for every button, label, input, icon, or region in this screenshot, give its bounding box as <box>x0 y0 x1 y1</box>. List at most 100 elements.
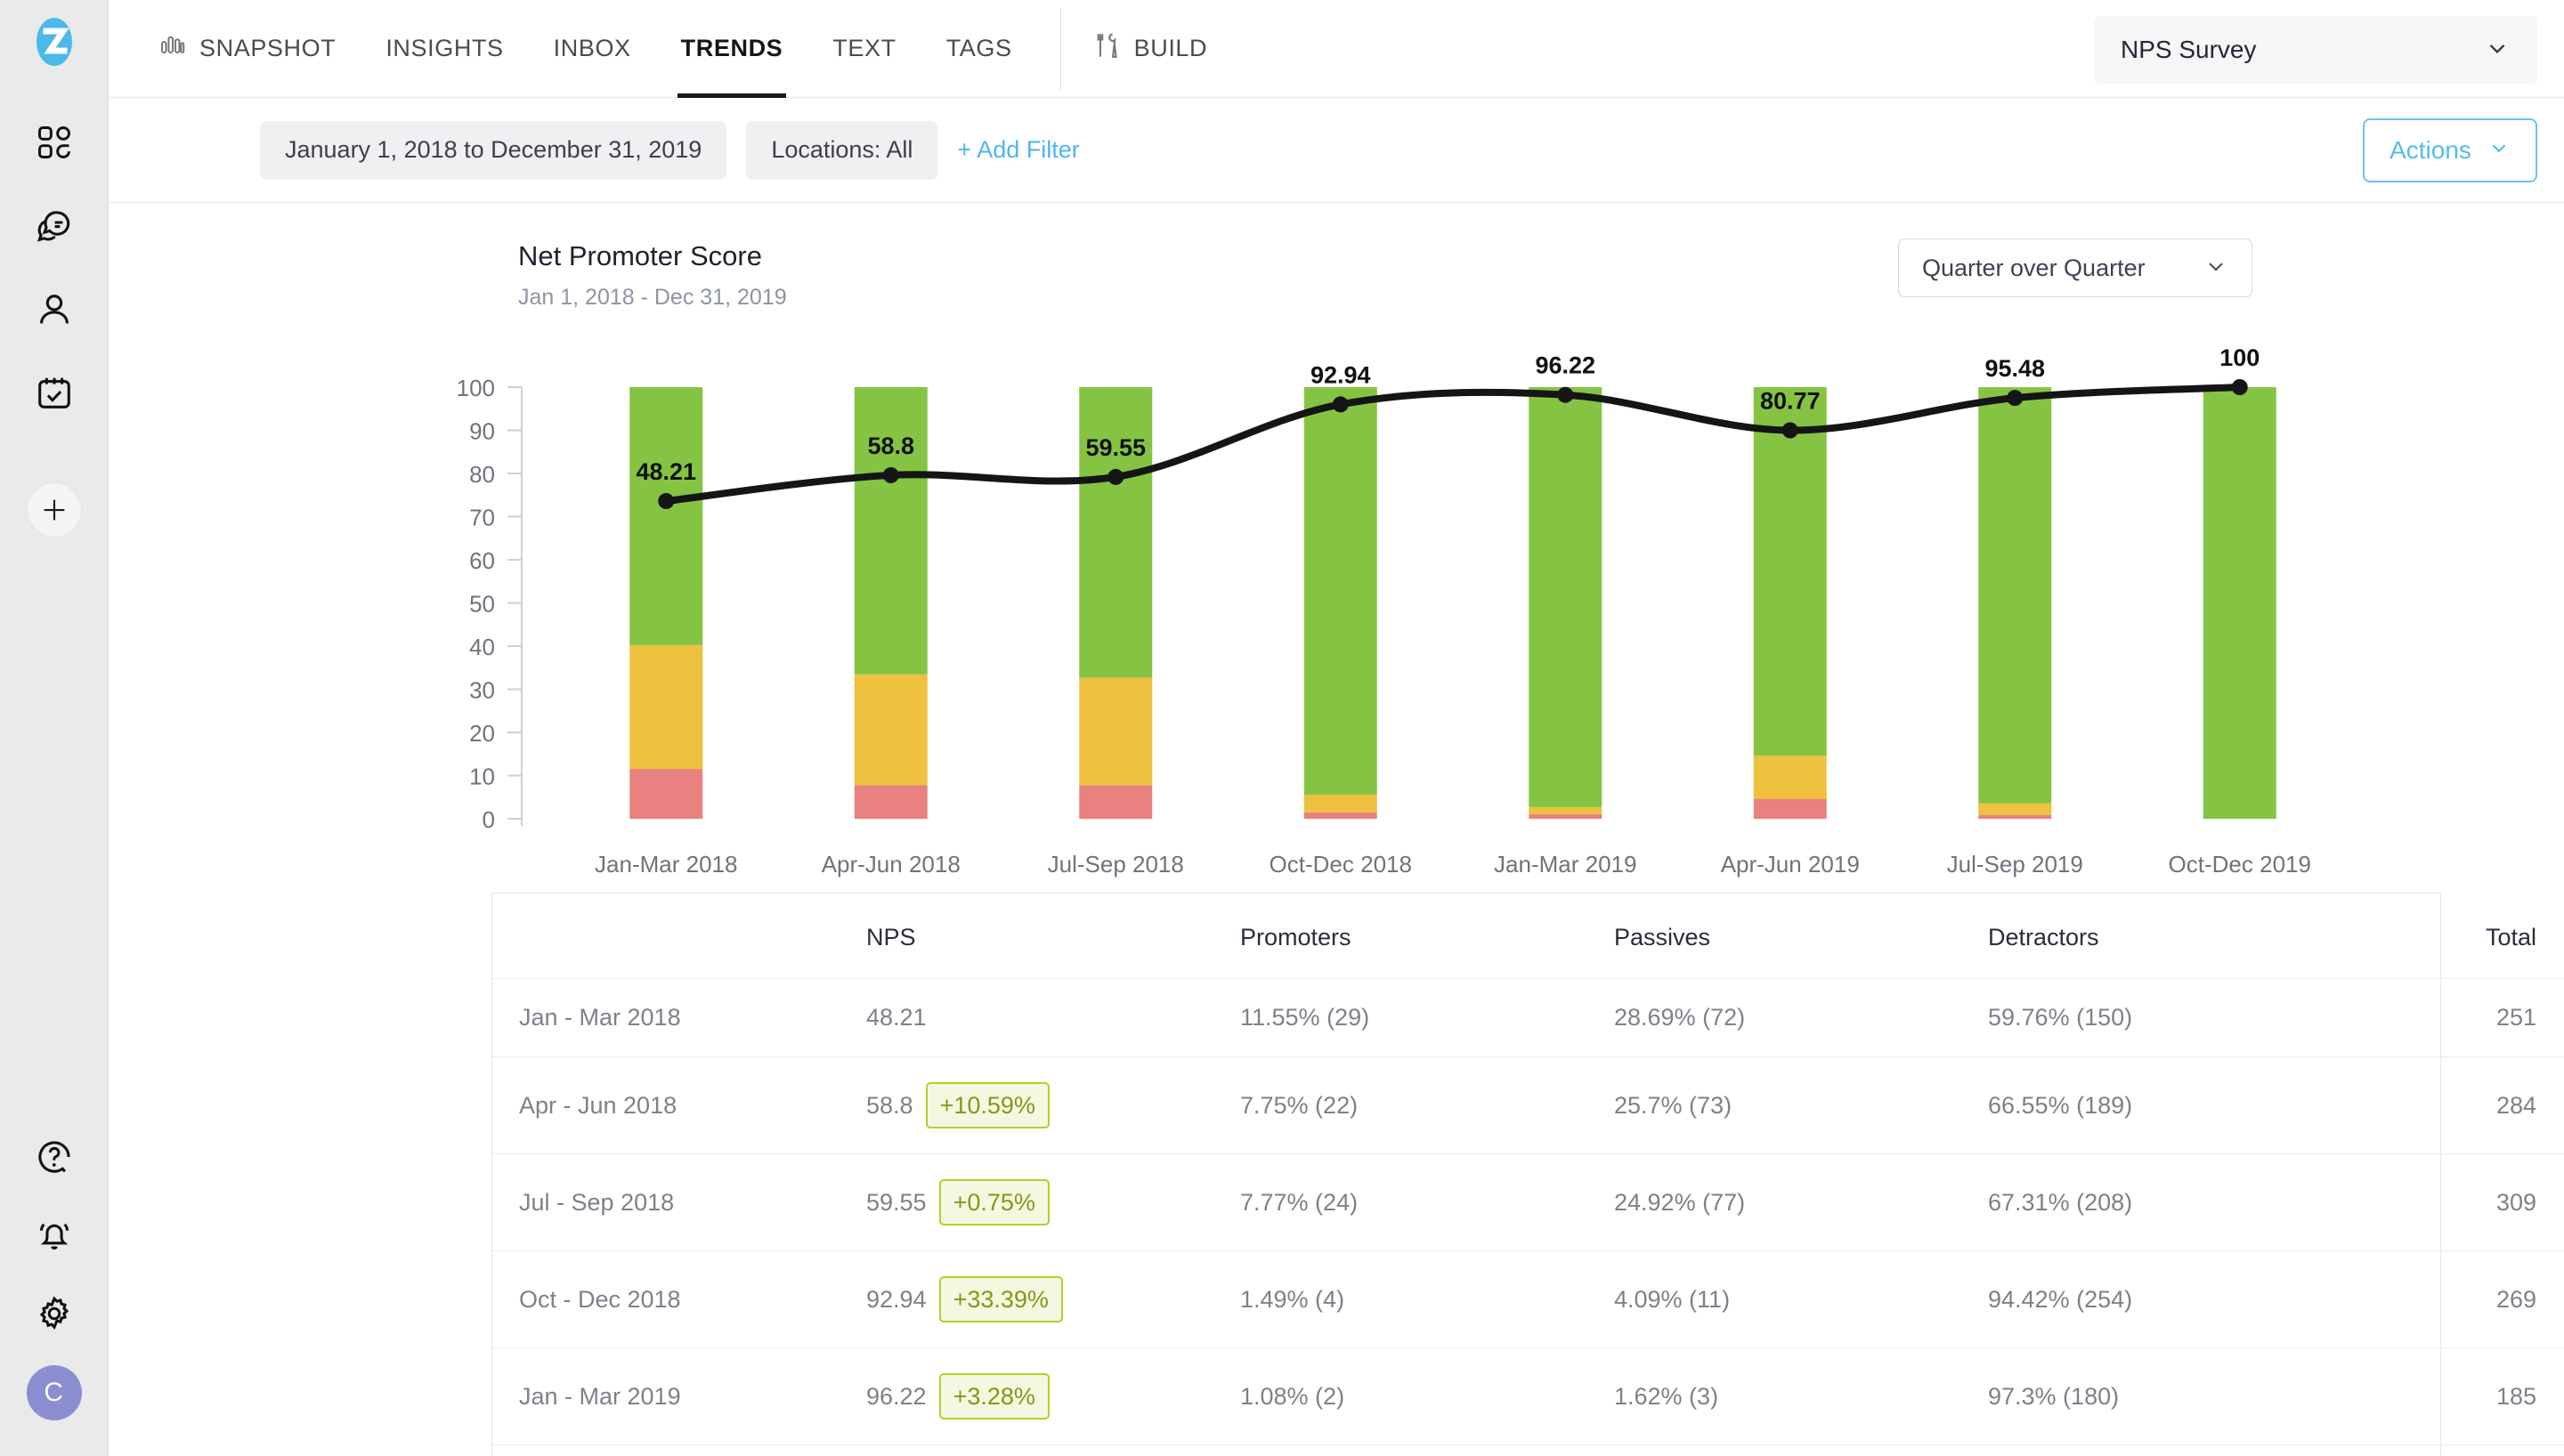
contacts-icon[interactable] <box>28 283 81 336</box>
tab-label: TRENDS <box>680 35 783 61</box>
x-tick-label: Apr-Jun 2019 <box>1721 851 1860 878</box>
chart-header: Net Promoter Score Jan 1, 2018 - Dec 31,… <box>109 203 2537 311</box>
cell-total: 185 <box>2362 1347 2564 1445</box>
table-row[interactable]: Oct - Dec 2018 92.94 +33.39% 1.49% (4) 4.09%… <box>492 1250 2564 1348</box>
tab-insights[interactable]: INSIGHTS <box>361 0 528 98</box>
nps-data-label: 96.22 <box>1535 352 1595 379</box>
nps-data-label: 59.55 <box>1085 434 1146 461</box>
main-area: SNAPSHOT INSIGHTS INBOX TRENDS TEXT TAGS <box>109 0 2564 1456</box>
tab-tags[interactable]: TAGS <box>921 0 1037 98</box>
y-tick-label: 0 <box>483 806 495 833</box>
cell-total: 251 <box>2362 978 2564 1057</box>
survey-selector-value: NPS Survey <box>2121 36 2257 63</box>
avatar[interactable]: C <box>26 1365 82 1420</box>
cell-detractors: 85.38% (111) <box>1988 1444 2362 1456</box>
actions-button-label: Actions <box>2390 136 2471 164</box>
nps-data-point <box>1108 468 1124 485</box>
nps-data-label: 92.94 <box>1310 361 1371 388</box>
app-logo[interactable] <box>27 14 82 69</box>
x-tick-label: Jan-Mar 2018 <box>595 851 737 878</box>
cell-passives: 24.92% (77) <box>1614 1153 1988 1251</box>
y-tick-label: 50 <box>469 591 495 618</box>
tools-icon <box>1091 30 1122 67</box>
cell-detractors: 66.55% (189) <box>1988 1056 2362 1154</box>
chevron-down-icon <box>2484 35 2511 66</box>
cell-passives: 25.7% (73) <box>1614 1056 1988 1154</box>
nps-data-label: 80.77 <box>1760 388 1821 415</box>
filter-bar: January 1, 2018 to December 31, 2019 Loc… <box>109 98 2564 203</box>
dashboard-icon[interactable] <box>28 116 81 169</box>
table-row[interactable]: Jan - Mar 2018 48.21 11.55% (29) 28.69% (72… <box>492 978 2564 1057</box>
chevron-down-icon <box>2487 136 2511 166</box>
actions-button[interactable]: Actions <box>2363 118 2537 182</box>
tab-trends[interactable]: TRENDS <box>656 0 808 98</box>
col-total: Total <box>2485 924 2536 950</box>
cell-promoters: 1.49% (4) <box>1240 1250 1614 1348</box>
col-promoters: Promoters <box>1240 924 1351 950</box>
tab-snapshot[interactable]: SNAPSHOT <box>134 0 361 98</box>
bar-segment-detractors <box>854 387 928 675</box>
table-row[interactable]: Jul - Sep 2018 59.55 +0.75% 7.77% (24) 24.92… <box>492 1153 2564 1251</box>
cell-period: Apr - Jun 2019 <box>492 1444 866 1456</box>
add-filter-link[interactable]: + Add Filter <box>957 136 1079 164</box>
bar-segment-promoters <box>1079 785 1153 819</box>
comparison-selector[interactable]: Quarter over Quarter <box>1898 239 2252 297</box>
change-badge: +3.28% <box>938 1373 1050 1420</box>
bar-segment-detractors <box>1529 387 1602 807</box>
cell-nps: 59.55 +0.75% <box>866 1153 1240 1251</box>
table-row[interactable]: Jan - Mar 2019 96.22 +3.28% 1.08% (2) 1.62% … <box>492 1347 2564 1445</box>
content-area: Net Promoter Score Jan 1, 2018 - Dec 31,… <box>109 203 2564 1456</box>
survey-selector[interactable]: NPS Survey <box>2094 16 2537 84</box>
cell-promoters: 7.77% (24) <box>1240 1153 1614 1251</box>
cell-total: 284 <box>2362 1056 2564 1154</box>
date-range-filter[interactable]: January 1, 2018 to December 31, 2019 <box>260 120 727 180</box>
bar-chart-icon <box>158 31 187 66</box>
tab-text[interactable]: TEXT <box>807 0 921 98</box>
nps-value-group: 96.22 +3.28% <box>866 1373 1240 1420</box>
x-tick-label: Oct-Dec 2018 <box>1270 851 1412 878</box>
cell-detractors: 67.31% (208) <box>1988 1153 2362 1251</box>
tab-label: TEXT <box>832 35 897 61</box>
x-tick-label: Jul-Sep 2019 <box>1947 851 2083 878</box>
x-tick-label: Apr-Jun 2018 <box>822 851 961 878</box>
nav-item-list: SNAPSHOT INSIGHTS INBOX TRENDS TEXT TAGS <box>134 0 1232 98</box>
bar-segment-passives <box>1753 756 1827 799</box>
nps-data-point <box>882 466 899 483</box>
table-header-row: NPS Promoters Passives Detractors Total <box>492 894 2564 979</box>
bar-segment-promoters <box>1303 812 1377 819</box>
bar-segment-promoters <box>1753 798 1827 819</box>
cell-period: Apr - Jun 2018 <box>492 1056 866 1154</box>
notifications-icon[interactable] <box>28 1209 81 1262</box>
y-tick-label: 70 <box>469 505 495 531</box>
locations-filter[interactable]: Locations: All <box>746 120 938 180</box>
nps-data-point <box>1332 396 1349 413</box>
table-row[interactable]: Apr - Jun 2018 58.8 +10.59% 7.75% (22) 25.7%… <box>492 1056 2564 1154</box>
y-tick-label: 80 <box>469 461 495 488</box>
cell-period: Jul - Sep 2018 <box>492 1153 866 1251</box>
tab-label: INSIGHTS <box>385 35 504 61</box>
table-row[interactable]: Apr - Jun 201980.77-15.45%4.62% (6)10% (… <box>492 1444 2564 1456</box>
bar-group <box>1753 387 1827 819</box>
add-button[interactable] <box>26 482 82 538</box>
tab-label: SNAPSHOT <box>199 35 337 61</box>
cell-detractors: 94.42% (254) <box>1988 1250 2362 1348</box>
bar-segment-passives <box>854 674 928 786</box>
tab-build[interactable]: BUILD <box>1067 0 1233 98</box>
help-icon[interactable] <box>28 1130 81 1184</box>
nps-value-group: 48.21 <box>866 1004 1240 1031</box>
nps-value: 59.55 <box>866 1188 927 1216</box>
settings-icon[interactable] <box>28 1287 81 1340</box>
tasks-icon[interactable] <box>28 367 81 420</box>
change-badge: +0.75% <box>938 1179 1050 1225</box>
tab-inbox[interactable]: INBOX <box>529 0 656 98</box>
bar-segment-detractors <box>1978 387 2052 804</box>
bar-segment-detractors <box>1753 387 1827 756</box>
bar-segment-passives <box>1978 803 2052 815</box>
y-tick-label: 100 <box>457 375 495 401</box>
col-nps: NPS <box>866 924 916 950</box>
conversations-icon[interactable] <box>28 199 81 253</box>
nps-data-label: 48.21 <box>636 458 696 485</box>
cell-nps: 96.22 +3.28% <box>866 1347 1240 1445</box>
cell-period: Jan - Mar 2019 <box>492 1347 866 1445</box>
nps-data-point <box>2007 390 2024 407</box>
